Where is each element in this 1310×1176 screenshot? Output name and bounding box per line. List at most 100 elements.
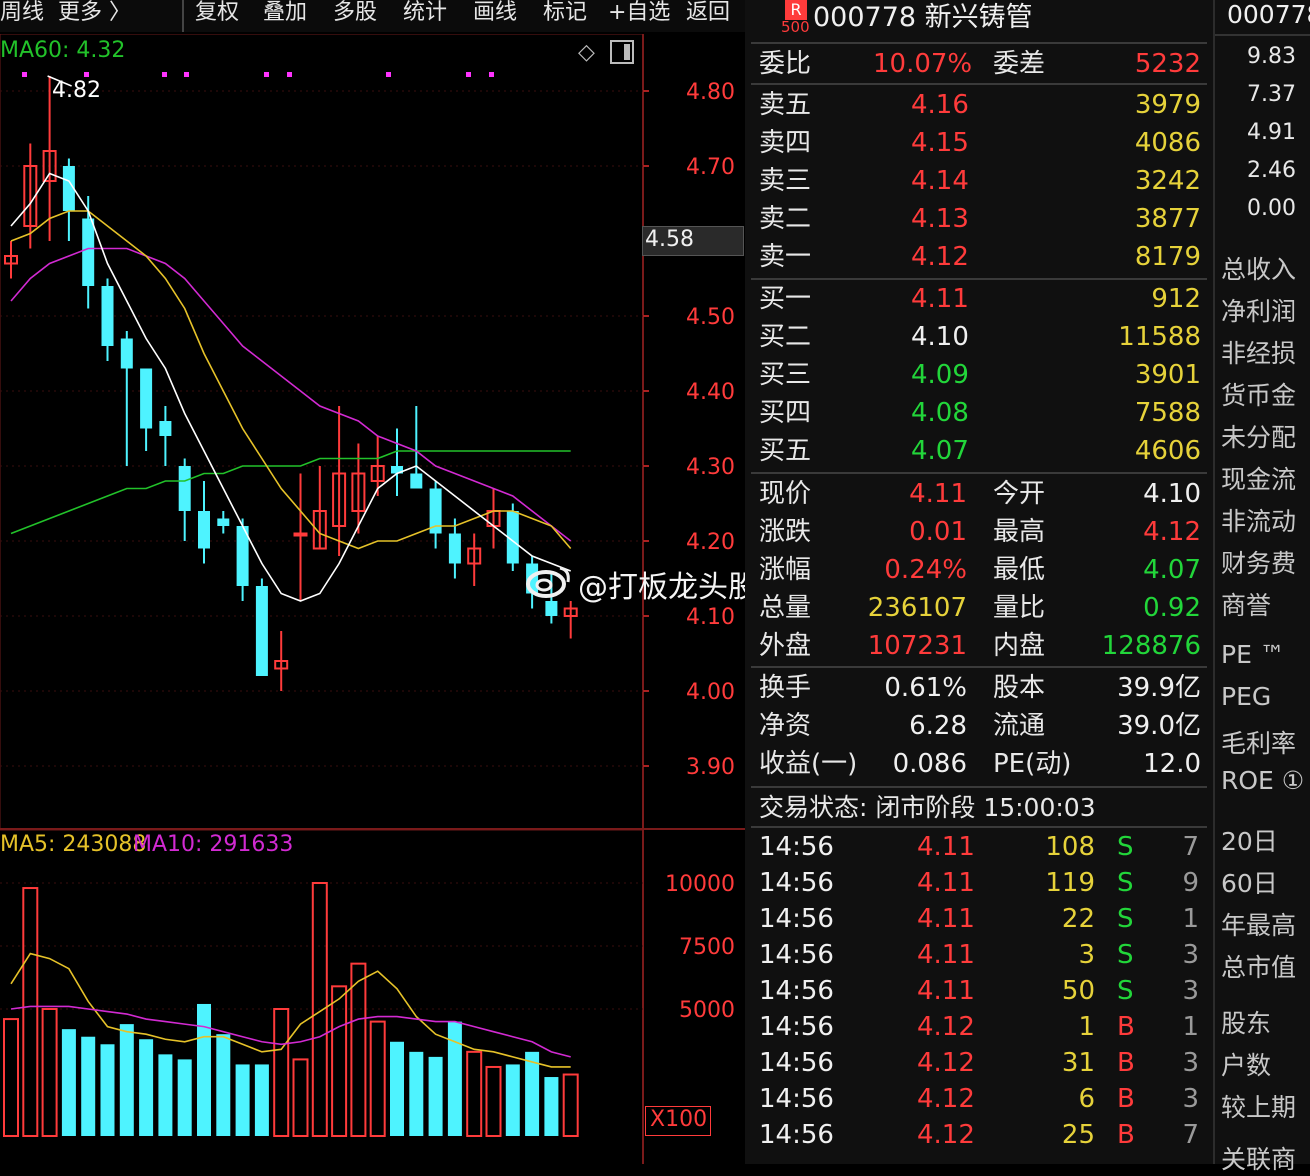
trade-status: 交易状态: 闭市阶段 15:00:03 (759, 793, 1096, 822)
strip-scale-number: 7.37 (1247, 82, 1296, 107)
candle-body (255, 586, 268, 676)
strip-item[interactable]: 关联商 (1221, 1140, 1296, 1176)
volume-bar (119, 1024, 134, 1136)
bid-price: 4.10 (911, 322, 969, 352)
back-button[interactable]: 返回 (686, 0, 730, 32)
mark-button[interactable]: 标记 (543, 0, 587, 32)
bid-volume: 7588 (1134, 398, 1201, 428)
panel-toggle-icon[interactable] (610, 40, 634, 64)
strip-item[interactable]: 总收入 (1221, 250, 1296, 286)
strip-item[interactable]: 户数 (1221, 1046, 1271, 1082)
candle-body (448, 533, 461, 564)
tick-price: 4.11 (917, 832, 975, 862)
tick-count: 3 (1182, 976, 1199, 1006)
draw-line-button[interactable]: 画线 (473, 0, 517, 32)
ma10-line (10, 210, 572, 550)
fuquan-button[interactable]: 复权 (195, 0, 239, 32)
price-panel-frame (0, 33, 644, 831)
diamond-icon[interactable]: ◇ (578, 40, 595, 65)
volume-bar (544, 1077, 559, 1136)
tick-row: 14:56 4.11 50 S 3 (745, 973, 1213, 1009)
bid-row: 买四 4.08 7588 (745, 394, 1213, 432)
tick-volume: 25 (1061, 1120, 1095, 1150)
volume-bar (390, 1041, 404, 1136)
strip-item[interactable]: PE ™ (1221, 640, 1285, 669)
strip-item[interactable]: 现金流 (1221, 460, 1296, 496)
bid-volume: 912 (1151, 284, 1201, 314)
candle-body (293, 532, 308, 537)
stat-value: 236107 (867, 593, 967, 623)
volume-bar (197, 1003, 211, 1136)
signal-marker (466, 72, 471, 77)
statistics-button[interactable]: 统计 (403, 0, 447, 32)
price-tick-label: 4.40 (686, 380, 735, 405)
ask-volume: 3242 (1134, 166, 1201, 196)
overlay-button[interactable]: 叠加 (263, 0, 307, 32)
more-button[interactable]: 更多 〉 (58, 0, 131, 32)
strip-item[interactable]: 未分配 (1221, 418, 1296, 454)
ask-row: 卖一 4.12 8179 (745, 238, 1213, 276)
tick-time: 14:56 (759, 1120, 834, 1150)
bid-volume: 3901 (1134, 360, 1201, 390)
period-button[interactable]: 周线 (0, 0, 44, 32)
current-price-label: 4.58 (645, 227, 694, 252)
tick-price: 4.12 (917, 1084, 975, 1114)
strip-item[interactable]: PEG (1221, 682, 1271, 711)
strip-item[interactable]: 商誉 (1221, 586, 1271, 622)
finance-strip: 000778 9.83 7.37 4.91 2.46 0.00 总收入净利润非经损货币金… (1213, 0, 1310, 1174)
tick-side: S (1117, 904, 1134, 934)
strip-item[interactable]: 股东 (1221, 1004, 1271, 1040)
strip-item[interactable]: ROE ① (1221, 766, 1304, 795)
ask-price: 4.12 (911, 242, 969, 272)
strip-item[interactable]: 年最高 (1221, 906, 1296, 942)
stat-label: 涨跌 (759, 517, 812, 547)
strip-item[interactable]: 非经损 (1221, 334, 1296, 370)
toolbar-divider (182, 0, 184, 32)
strip-item[interactable]: 较上期 (1221, 1088, 1296, 1124)
strip-code: 000778 (1227, 0, 1310, 29)
ask-volume: 4086 (1134, 128, 1201, 158)
tick-price: 4.12 (917, 1012, 975, 1042)
bid-price: 4.07 (911, 436, 969, 466)
volume-tick-label: 7500 (679, 935, 735, 960)
strip-item[interactable]: 总市值 (1221, 948, 1296, 984)
strip-item[interactable]: 毛利率 (1221, 724, 1296, 760)
signal-marker (162, 72, 167, 77)
strip-item[interactable]: 货币金 (1221, 376, 1296, 412)
fund-value: 39.9亿 (1117, 673, 1201, 703)
strip-item[interactable]: 20日 (1221, 822, 1278, 858)
tick-time: 14:56 (759, 1012, 834, 1042)
strip-item[interactable]: 财务费 (1221, 544, 1296, 580)
volume-bar (177, 1059, 192, 1136)
stat-value: 4.11 (909, 479, 967, 509)
stats-row: 总量 236107 量比 0.92 (745, 589, 1213, 627)
price-tick-label: 4.10 (686, 605, 735, 630)
tick-volume: 50 (1061, 976, 1095, 1006)
strip-item[interactable]: 60日 (1221, 864, 1278, 900)
fund-value: 0.086 (892, 749, 967, 779)
candle-body (217, 518, 230, 526)
strip-item[interactable]: 非流动 (1221, 502, 1296, 538)
tick-time: 14:56 (759, 1084, 834, 1114)
bid-label: 买三 (759, 360, 812, 390)
tick-volume: 31 (1061, 1048, 1095, 1078)
ask-label: 卖四 (759, 128, 812, 158)
price-tick-label: 4.50 (686, 305, 735, 330)
watermark-text: @打板龙头股 (578, 570, 758, 605)
volume-bar (81, 1036, 96, 1136)
tick-side: S (1117, 940, 1134, 970)
multi-stock-button[interactable]: 多股 (333, 0, 377, 32)
weibi-value: 10.07% (873, 49, 973, 79)
tick-side: B (1117, 1048, 1135, 1078)
bid-row: 买二 4.10 11588 (745, 318, 1213, 356)
volume-bar (216, 1034, 231, 1136)
strip-item[interactable]: 净利润 (1221, 292, 1296, 328)
add-watchlist-button[interactable]: +自选 (608, 0, 670, 32)
tick-row: 14:56 4.11 119 S 9 (745, 865, 1213, 901)
fund-row: 净资 6.28 流通 39.0亿 (745, 707, 1213, 745)
bid-row: 买三 4.09 3901 (745, 356, 1213, 394)
tick-count: 3 (1182, 940, 1199, 970)
volume-bar (235, 1064, 250, 1136)
volume-bar (485, 1065, 502, 1137)
price-tick-label: 4.80 (686, 80, 735, 105)
